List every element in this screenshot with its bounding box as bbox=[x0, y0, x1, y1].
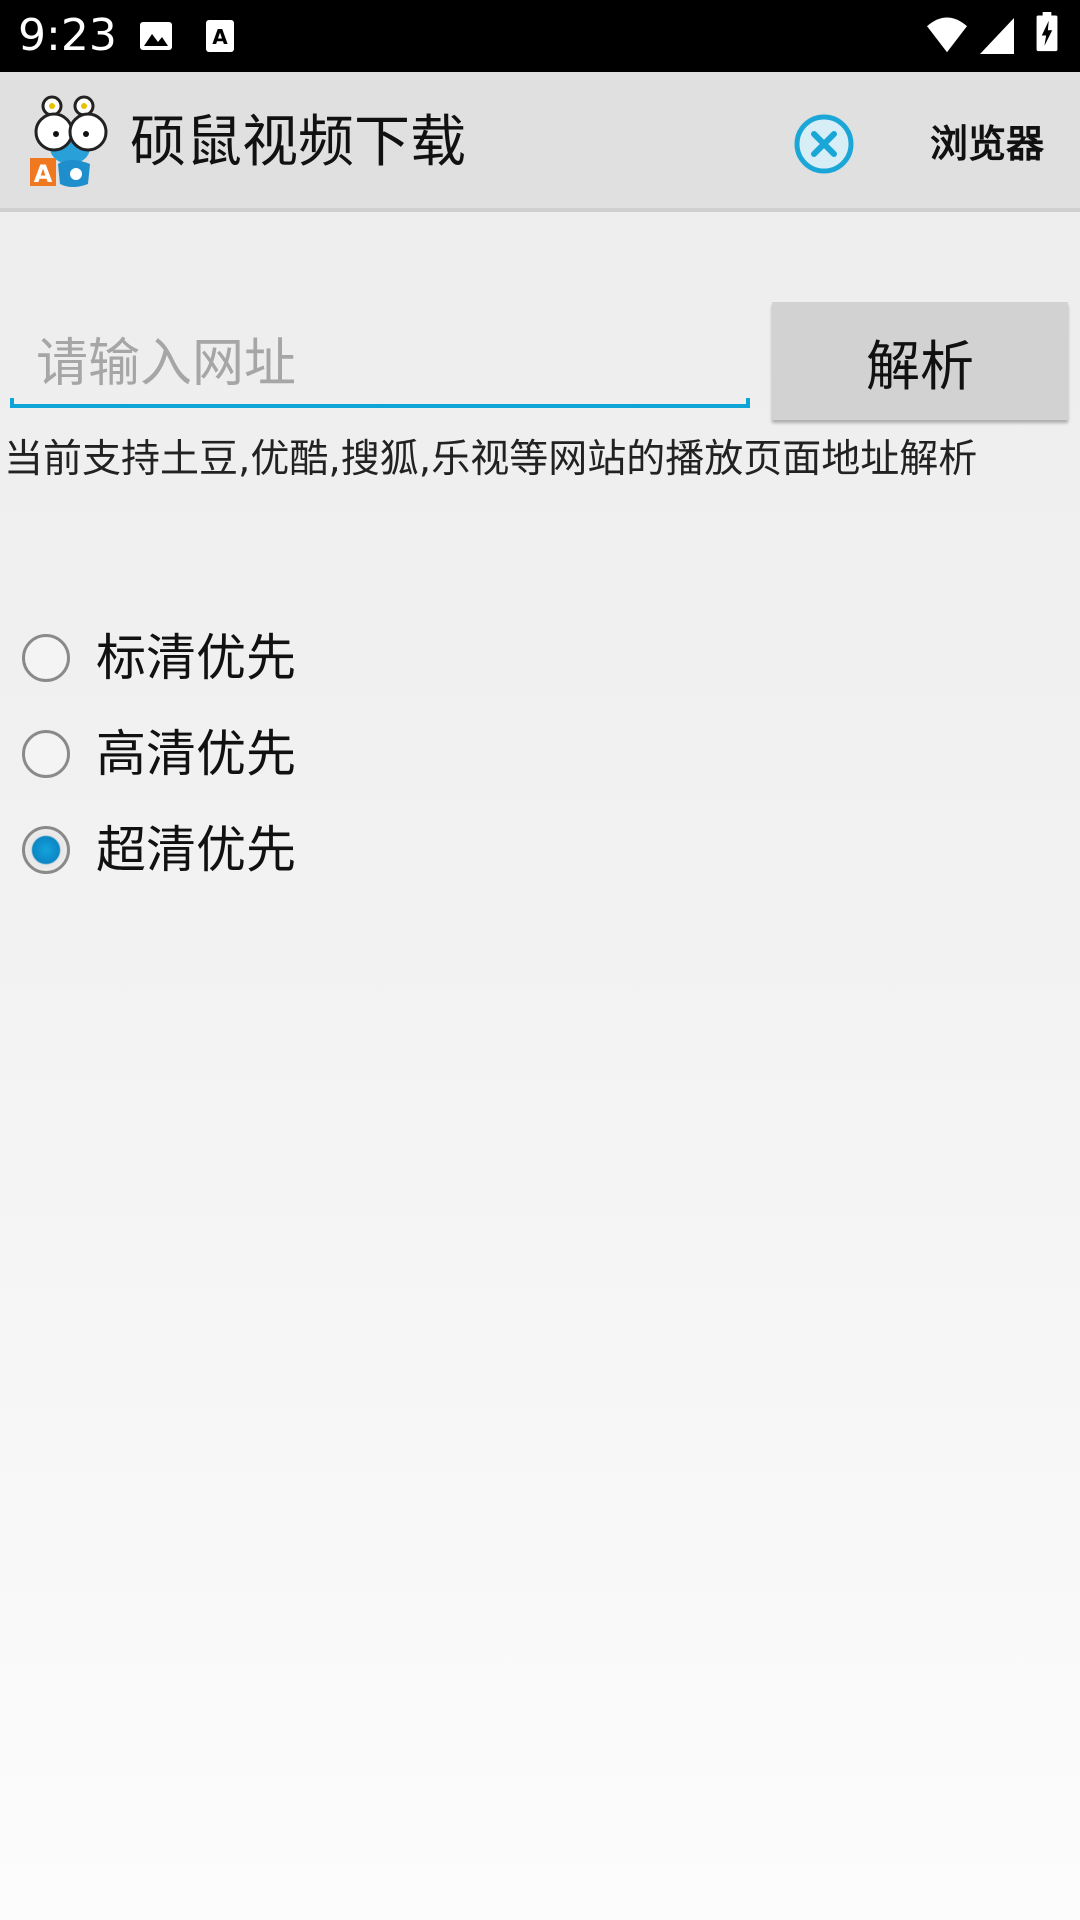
radio-button[interactable] bbox=[22, 634, 70, 682]
text-a-icon: A bbox=[206, 20, 234, 52]
radio-button-selected[interactable] bbox=[22, 826, 70, 874]
svg-text:A: A bbox=[34, 160, 53, 188]
radio-label: 标清优先 bbox=[96, 629, 296, 687]
status-bar: 9:23 A bbox=[0, 0, 1080, 72]
battery-charging-icon bbox=[1036, 12, 1058, 52]
radio-label: 超清优先 bbox=[96, 821, 296, 879]
app-bar: A 硕鼠视频下载 浏览器 bbox=[0, 72, 1080, 212]
image-icon bbox=[140, 22, 172, 50]
url-input[interactable] bbox=[10, 318, 750, 410]
browser-button[interactable]: 浏览器 bbox=[930, 116, 1044, 172]
app-title: 硕鼠视频下载 bbox=[130, 110, 466, 175]
supported-sites-hint: 当前支持土豆,优酷,搜狐,乐视等网站的播放页面地址解析 bbox=[4, 437, 978, 482]
status-time: 9:23 bbox=[18, 10, 117, 61]
cellular-icon bbox=[980, 18, 1014, 54]
radio-standard-definition[interactable]: 标清优先 bbox=[18, 620, 518, 700]
wifi-icon bbox=[927, 17, 967, 53]
radio-high-definition[interactable]: 高清优先 bbox=[18, 716, 518, 796]
radio-label: 高清优先 bbox=[96, 725, 296, 783]
url-input-underline bbox=[10, 398, 750, 408]
close-circle-icon[interactable] bbox=[792, 112, 856, 176]
mouse-mascot-logo: A bbox=[30, 95, 108, 188]
parse-button[interactable]: 解析 bbox=[772, 302, 1068, 420]
svg-text:A: A bbox=[212, 25, 228, 49]
radio-super-definition[interactable]: 超清优先 bbox=[18, 812, 518, 892]
radio-button[interactable] bbox=[22, 730, 70, 778]
